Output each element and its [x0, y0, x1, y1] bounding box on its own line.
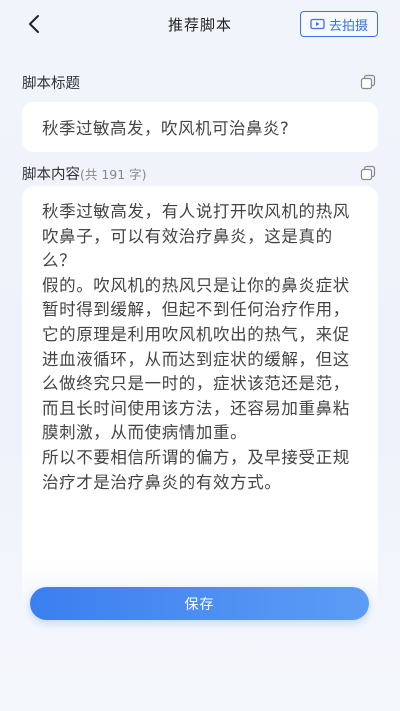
navigation-bar: 推荐脚本 去拍摄 — [0, 0, 400, 48]
script-title-value: 秋季过敏高发，吹风机可治鼻炎? — [42, 119, 290, 138]
chevron-left-icon — [29, 15, 39, 33]
back-button[interactable] — [22, 12, 46, 36]
video-camera-icon — [310, 18, 325, 30]
go-shoot-button[interactable]: 去拍摄 — [300, 11, 378, 37]
script-title-label: 脚本标题 — [22, 72, 80, 93]
copy-content-button[interactable] — [360, 165, 376, 181]
save-button-label: 保存 — [184, 596, 215, 613]
script-title-label-text: 脚本标题 — [22, 76, 80, 92]
page-title: 推荐脚本 — [167, 15, 232, 34]
word-count: (共 191 字) — [80, 167, 147, 182]
bottom-fade — [0, 560, 400, 711]
save-button[interactable]: 保存 — [30, 587, 369, 620]
script-content-text: 秋季过敏高发，有人说打开吹风机的热风吹鼻子，可以有效治疗鼻炎，这是真的么？ 假的… — [42, 202, 350, 492]
script-content-field[interactable]: 秋季过敏高发，有人说打开吹风机的热风吹鼻子，可以有效治疗鼻炎，这是真的么？ 假的… — [22, 186, 378, 606]
script-content-label-text: 脚本内容 — [22, 167, 80, 183]
script-title-field[interactable]: 秋季过敏高发，吹风机可治鼻炎? — [22, 102, 378, 152]
copy-title-button[interactable] — [360, 74, 376, 90]
copy-icon — [360, 74, 376, 90]
go-shoot-label: 去拍摄 — [328, 18, 368, 34]
copy-icon — [360, 165, 376, 181]
script-content-label: 脚本内容(共 191 字) — [22, 163, 147, 184]
